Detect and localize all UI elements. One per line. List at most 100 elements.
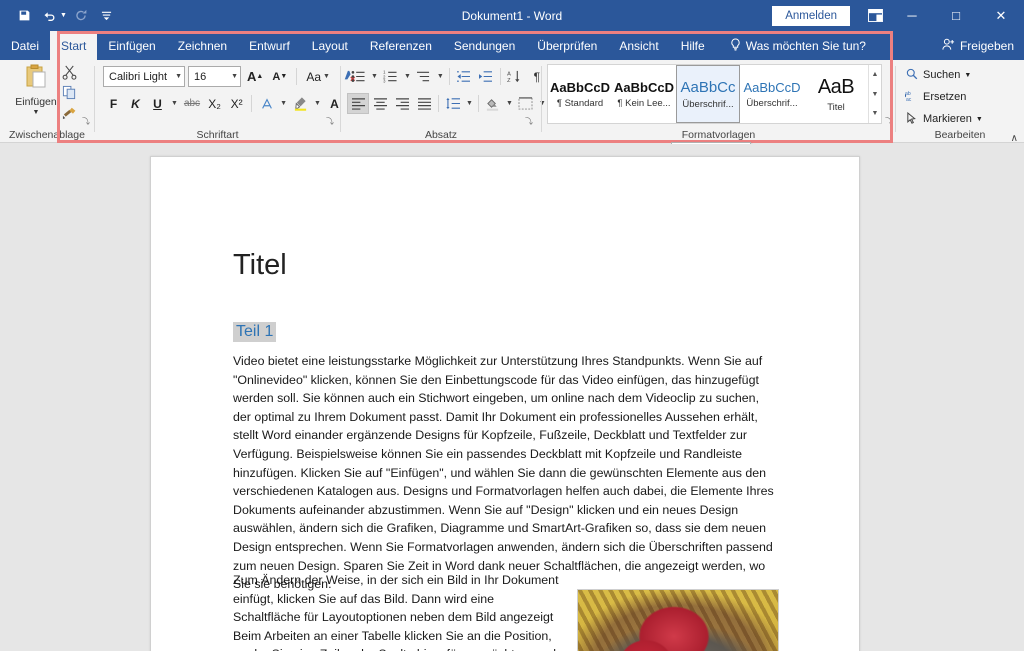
group-label-absatz: Absatz <box>424 129 458 141</box>
paste-dropdown-caret[interactable]: ▼ <box>33 109 40 116</box>
undo-icon[interactable] <box>38 5 62 27</box>
shrink-font-icon[interactable]: A ▼ <box>269 66 290 87</box>
apples-in-basket-photo[interactable] <box>577 589 779 651</box>
tab-zeichnen[interactable]: Zeichnen <box>167 31 238 60</box>
collapse-ribbon-button[interactable]: ∧ <box>1011 133 1018 144</box>
tab-ueberpruefen[interactable]: Überprüfen <box>526 31 608 60</box>
justify-icon[interactable] <box>413 93 435 114</box>
style-name: Überschrif... <box>746 97 798 109</box>
style-titel[interactable]: AaB Titel <box>804 65 868 123</box>
font-separator-2 <box>251 95 253 112</box>
document-paragraph-2[interactable]: Zum Ändern der Weise, in der sich ein Bi… <box>233 573 559 651</box>
tell-me-box[interactable]: Was möchten Sie tun? <box>716 31 877 60</box>
underline-dropdown-caret[interactable]: ▼ <box>169 100 180 107</box>
shading-caret[interactable]: ▼ <box>504 100 515 107</box>
save-icon[interactable] <box>12 5 36 27</box>
group-label-schriftart: Schriftart <box>196 129 239 141</box>
increase-indent-icon[interactable] <box>475 66 497 87</box>
bullet-list-icon[interactable] <box>347 66 369 87</box>
strikethrough-button[interactable]: abc <box>181 93 203 114</box>
style-standard[interactable]: AaBbCcDc ¶ Standard <box>548 65 612 123</box>
tab-start[interactable]: Start <box>50 31 98 60</box>
line-spacing-caret[interactable]: ▼ <box>464 100 475 107</box>
styles-gallery-scrollbar[interactable]: ▲ ▼ ▼ <box>868 65 881 123</box>
tab-entwurf[interactable]: Entwurf <box>238 31 301 60</box>
underline-button[interactable]: U <box>147 93 168 114</box>
clipboard-group-body: Einfügen ▼ ⤵ <box>0 60 94 128</box>
close-button[interactable]: ✕ <box>978 0 1024 31</box>
style-name: ¶ Standard <box>556 97 604 109</box>
clipboard-dialog-launcher[interactable]: ⤵ <box>82 116 90 127</box>
styles-more-icon[interactable]: ▼ <box>872 104 879 123</box>
cut-icon[interactable] <box>62 65 77 82</box>
style-ueberschrift-1[interactable]: AaBbCc Überschrif... <box>676 65 740 123</box>
select-label: Markieren <box>923 113 972 125</box>
chevron-down-icon: ▼ <box>175 73 182 80</box>
text-effects-caret[interactable]: ▼ <box>278 100 289 107</box>
paragraph-dialog-launcher[interactable]: ⤵ <box>525 116 533 127</box>
align-right-icon[interactable] <box>391 93 413 114</box>
select-button[interactable]: Markieren ▼ <box>904 109 983 129</box>
styles-scroll-down-icon[interactable]: ▼ <box>872 85 879 104</box>
highlight-caret[interactable]: ▼ <box>312 100 323 107</box>
title-bar: ▼ Dokument1 - Word Anmelden ─ □ ✕ <box>0 0 1024 31</box>
maximize-button[interactable]: □ <box>934 0 978 31</box>
styles-group-body: AaBbCcDc ¶ Standard AaBbCcDc ¶ Kein Lee.… <box>542 60 895 128</box>
style-ueberschrift-2[interactable]: AaBbCcD Überschrif... <box>740 65 804 123</box>
font-dialog-launcher[interactable]: ⤵ <box>326 116 334 127</box>
share-button[interactable]: Freigeben <box>942 31 1014 60</box>
multilevel-caret[interactable]: ▼ <box>435 73 446 80</box>
font-family-combo[interactable]: Calibri Light ▼ <box>103 66 185 87</box>
minimize-button[interactable]: ─ <box>890 0 934 31</box>
replace-button[interactable]: ab ac Ersetzen <box>904 87 983 107</box>
find-caret[interactable]: ▼ <box>964 72 971 79</box>
document-heading-text[interactable]: Teil 1 <box>233 322 277 342</box>
copy-icon[interactable] <box>62 85 77 102</box>
format-painter-icon[interactable] <box>62 105 77 122</box>
subscript-button[interactable]: X₂ <box>204 93 225 114</box>
ribbon-display-options-icon[interactable] <box>860 0 890 31</box>
select-caret[interactable]: ▼ <box>976 116 983 123</box>
text-effects-icon[interactable] <box>256 93 277 114</box>
superscript-button[interactable]: X² <box>226 93 247 114</box>
undo-dropdown-caret[interactable]: ▼ <box>60 12 67 19</box>
style-kein-leerraum[interactable]: AaBbCcDc ¶ Kein Lee... <box>612 65 676 123</box>
styles-gallery[interactable]: AaBbCcDc ¶ Standard AaBbCcDc ¶ Kein Lee.… <box>547 64 882 124</box>
tab-referenzen[interactable]: Referenzen <box>359 31 443 60</box>
shading-icon[interactable] <box>482 93 504 114</box>
style-sample: AaB <box>817 75 855 98</box>
bullets-caret[interactable]: ▼ <box>369 73 380 80</box>
italic-button[interactable]: K <box>125 93 146 114</box>
tab-ansicht[interactable]: Ansicht <box>608 31 669 60</box>
sign-in-button[interactable]: Anmelden <box>772 5 850 26</box>
borders-icon[interactable] <box>515 93 537 114</box>
change-case-icon[interactable]: Aa ▼ <box>303 66 335 87</box>
decrease-indent-icon[interactable] <box>453 66 475 87</box>
tab-hilfe[interactable]: Hilfe <box>670 31 716 60</box>
paste-button[interactable]: Einfügen ▼ <box>12 64 60 116</box>
find-button[interactable]: Suchen ▼ <box>904 65 983 85</box>
multilevel-list-icon[interactable] <box>413 66 435 87</box>
line-spacing-icon[interactable] <box>442 93 464 114</box>
highlight-icon[interactable] <box>290 93 311 114</box>
styles-dialog-launcher[interactable]: ⤵ <box>885 116 893 127</box>
share-label: Freigeben <box>959 38 1014 53</box>
align-left-icon[interactable] <box>347 93 369 114</box>
customize-quick-access-icon[interactable] <box>95 5 119 27</box>
bold-button[interactable]: F <box>103 93 124 114</box>
tab-sendungen[interactable]: Sendungen <box>443 31 526 60</box>
sort-az-icon[interactable]: AZ <box>504 66 526 87</box>
styles-scroll-up-icon[interactable]: ▲ <box>872 65 879 84</box>
document-page[interactable]: Titel Teil 1 Video bietet eine leistungs… <box>150 156 860 651</box>
align-center-icon[interactable] <box>369 93 391 114</box>
tab-datei[interactable]: Datei <box>0 31 50 60</box>
grow-font-icon[interactable]: A ▲ <box>244 66 266 87</box>
document-canvas[interactable]: Titel Teil 1 Video bietet eine leistungs… <box>0 144 1024 651</box>
numbering-caret[interactable]: ▼ <box>402 73 413 80</box>
document-title-text[interactable]: Titel <box>233 249 287 282</box>
document-paragraph-1[interactable]: Video bietet eine leistungsstarke Möglic… <box>233 352 779 594</box>
tab-einfuegen[interactable]: Einfügen <box>97 31 166 60</box>
tab-layout[interactable]: Layout <box>301 31 359 60</box>
numbered-list-icon[interactable]: 123 <box>380 66 402 87</box>
font-size-combo[interactable]: 16 ▼ <box>188 66 241 87</box>
